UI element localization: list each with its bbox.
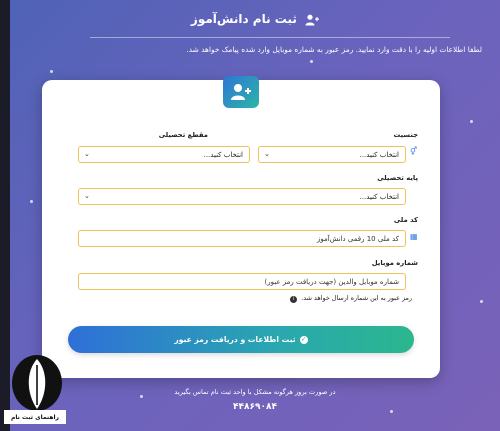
- chevron-down-icon: ⌄: [84, 150, 90, 158]
- form-badge: [223, 76, 259, 108]
- title-divider: [90, 37, 450, 38]
- page-title-text: ثبت نام دانش‌آموز: [190, 12, 297, 26]
- base-label: پایه تحصیلی: [377, 174, 418, 182]
- user-plus-icon: [305, 14, 320, 25]
- decor-dot: [50, 70, 53, 73]
- support-phone[interactable]: ۴۴۸۶۹۰۸۴: [10, 402, 500, 412]
- decor-dot: [470, 120, 473, 123]
- intro-text: لطفا اطلاعات اولیه را با دقت وارد نمایید…: [186, 45, 482, 54]
- grade-select-value: انتخاب کنید...: [203, 150, 243, 159]
- base-select-value: انتخاب کنید...: [359, 192, 399, 201]
- national-code-label: کد ملی: [393, 216, 418, 224]
- mobile-hint: رمز عبور به این شماره ارسال خواهد شد. i: [290, 294, 412, 303]
- national-code-input[interactable]: کد ملی 10 رقمی دانش‌آموز: [78, 230, 406, 247]
- national-code-placeholder: کد ملی 10 رقمی دانش‌آموز: [317, 234, 399, 243]
- grade-label: مقطع تحصیلی: [158, 131, 208, 139]
- page-background: ثبت نام دانش‌آموز لطفا اطلاعات اولیه را …: [10, 0, 500, 431]
- registration-form-card: جنسیت ⌄ انتخاب کنید... ⚥ مقطع تحصیلی ⌄ ا…: [42, 76, 440, 378]
- gender-icon: ⚥: [410, 147, 418, 156]
- base-select[interactable]: ⌄ انتخاب کنید...: [78, 188, 406, 205]
- chevron-down-icon: ⌄: [264, 150, 270, 158]
- mobile-input[interactable]: شماره موبایل والدین (جهت دریافت رمز عبور…: [78, 273, 406, 290]
- gender-label: جنسیت: [393, 131, 418, 139]
- decor-dot: [310, 60, 313, 63]
- mobile-label: شماره موبایل: [371, 259, 418, 267]
- page-title: ثبت نام دانش‌آموز: [10, 12, 500, 26]
- info-icon: i: [290, 296, 298, 303]
- user-plus-icon: [231, 84, 251, 100]
- mobile-placeholder: شماره موبایل والدین (جهت دریافت رمز عبور…: [264, 277, 399, 286]
- gender-select[interactable]: ⌄ انتخاب کنید...: [258, 146, 406, 163]
- submit-button[interactable]: ✓ ثبت اطلاعات و دریافت رمز عبور: [68, 326, 414, 353]
- footer-note: در صورت بروز هرگونه مشکل با واحد ثبت نام…: [174, 388, 336, 396]
- gender-select-value: انتخاب کنید...: [359, 150, 399, 159]
- decor-dot: [480, 300, 483, 303]
- watermark-text: راهنمای ثبت نام: [4, 410, 66, 424]
- decor-dot: [30, 200, 33, 203]
- grade-select[interactable]: ⌄ انتخاب کنید...: [78, 146, 250, 163]
- chevron-down-icon: ⌄: [84, 192, 90, 200]
- mobile-hint-text: رمز عبور به این شماره ارسال خواهد شد.: [301, 294, 412, 302]
- check-circle-icon: ✓: [299, 335, 308, 344]
- submit-button-label: ثبت اطلاعات و دریافت رمز عبور: [174, 335, 296, 344]
- id-card-icon: ▦: [410, 232, 418, 241]
